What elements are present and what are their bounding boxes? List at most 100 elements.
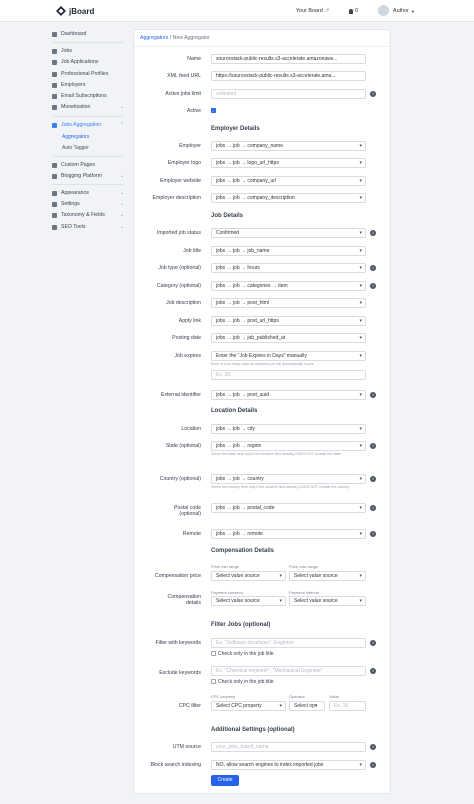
xml-feed-input[interactable]: https://sourcestack-public-results.s3-ac… <box>211 71 366 81</box>
info-icon[interactable]: i <box>370 640 376 646</box>
cpc-property-select[interactable]: Select CPC property <box>211 701 286 711</box>
sidebar-item-custom-pages[interactable]: Custom Pages <box>52 161 128 169</box>
sidebar-item-label: SEO Tools <box>61 224 86 230</box>
author-label: Author <box>393 8 409 14</box>
employer-select[interactable]: jobs → job → company_name <box>211 141 366 151</box>
create-button[interactable]: Create <box>211 775 239 786</box>
country-label: Country (optional) <box>159 476 201 482</box>
category-select[interactable]: jobs → job → categories → item <box>211 281 366 291</box>
expires-days-input[interactable]: Ex. 30 <box>211 370 366 380</box>
external-id-label: External identifier <box>160 392 201 398</box>
section-additional-settings: Additional Settings (optional) <box>211 727 295 733</box>
cpc-value-input[interactable]: Ex. 15 <box>329 701 366 711</box>
sidebar-item-seo-tools[interactable]: SEO Tools ⌄ <box>52 223 128 231</box>
name-input[interactable]: sourcestack-public-results.s3-accelerate… <box>211 54 366 64</box>
employer-description-select[interactable]: jobs → job → company_description <box>211 193 366 203</box>
info-icon[interactable]: i <box>370 392 376 398</box>
sidebar-item-jobs-aggregation[interactable]: Jobs Aggregation ⌃ <box>52 121 128 129</box>
sidebar-item-professional-profiles[interactable]: Professional Profiles <box>52 70 128 78</box>
sidebar-subitem-aggregators[interactable]: Aggregators <box>62 134 89 140</box>
sidebar-item-label: Dashboard <box>61 31 87 37</box>
info-icon[interactable]: i <box>370 531 376 537</box>
postal-code-label-line2: (optional) <box>179 511 201 517</box>
mail-icon <box>52 93 57 99</box>
postal-code-label: Postal code (optional) <box>133 505 201 517</box>
job-description-select[interactable]: jobs → job → post_html <box>211 298 366 308</box>
breadcrumb: Aggregators / New Aggregator <box>140 35 210 41</box>
sidebar-item-settings[interactable]: Settings ⌄ <box>52 200 128 208</box>
info-icon[interactable]: i <box>370 744 376 750</box>
job-expires-label: Job expires <box>174 353 201 359</box>
info-icon[interactable]: i <box>370 283 376 289</box>
sidebar-item-appearance[interactable]: Appearance ⌄ <box>52 189 128 197</box>
filter-keywords-input[interactable]: Ex. "Software developer", Engineer <box>211 638 366 648</box>
location-label: Location <box>181 426 201 432</box>
sidebar-item-blogging-platform[interactable]: Blogging Platform ⌄ <box>52 172 128 180</box>
block-indexing-select[interactable]: NO, allow search engines to index import… <box>211 760 366 770</box>
breadcrumb-aggregators-link[interactable]: Aggregators <box>140 35 168 41</box>
info-icon[interactable]: i <box>370 668 376 674</box>
info-icon[interactable]: i <box>370 505 376 511</box>
sidebar-item-monetization[interactable]: Monetization ⌄ <box>52 103 128 111</box>
sidebar-item-label: Email Subscriptions <box>61 93 107 99</box>
job-expires-select[interactable]: Enter the "Job Expires in Days" manually <box>211 351 366 361</box>
apply-link-label: Apply link <box>178 318 201 324</box>
job-title-select[interactable]: jobs → job → job_name <box>211 246 366 256</box>
active-checkbox[interactable]: ✓ <box>211 108 216 113</box>
remote-select[interactable]: jobs → job → remote <box>211 529 366 539</box>
posting-date-label: Posting date <box>172 335 201 341</box>
cpc-filter-label: CPC filter <box>178 703 201 709</box>
employer-logo-select[interactable]: jobs → job → logo_url_https <box>211 158 366 168</box>
section-compensation-details: Compensation Details <box>211 548 275 554</box>
sidebar-item-dashboard[interactable]: Dashboard <box>52 30 128 38</box>
logo[interactable]: jBoard <box>56 6 94 16</box>
payment-interval-select[interactable]: Select value source <box>289 596 366 606</box>
brush-icon <box>52 190 57 196</box>
info-icon[interactable]: i <box>370 91 376 97</box>
employer-website-select[interactable]: jobs → job → company_url <box>211 176 366 186</box>
postal-code-select[interactable]: jobs → job → postal_code <box>211 503 366 513</box>
section-job-details: Job Details <box>211 213 244 219</box>
sidebar-item-email-subscriptions[interactable]: Email Subscriptions <box>52 92 128 100</box>
info-icon[interactable]: i <box>370 265 376 271</box>
country-select[interactable]: jobs → job → country <box>211 474 366 484</box>
job-type-label: Job type (optional) <box>158 265 201 271</box>
location-select[interactable]: jobs → job → city <box>211 424 366 434</box>
exclude-keywords-input[interactable]: Ex. "Chemical engineer", "Mechanical Eng… <box>211 666 366 676</box>
sidebar-item-label: Taxonomy & Fields <box>61 212 105 218</box>
info-icon[interactable]: i <box>370 230 376 236</box>
file-icon <box>52 59 57 65</box>
payment-currency-select[interactable]: Select value source <box>211 596 286 606</box>
your-board-link[interactable]: Your Board ↗ <box>296 8 329 14</box>
imported-status-select[interactable]: Confirmed <box>211 228 366 238</box>
section-filter-jobs: Filter Jobs (optional) <box>211 622 271 628</box>
sidebar-item-label: Job Applications <box>61 59 99 65</box>
cpc-operator-select[interactable]: Select op▾ <box>289 701 325 711</box>
sidebar-item-job-applications[interactable]: Job Applications <box>52 58 128 66</box>
author-menu[interactable]: Author ▼ <box>393 8 415 14</box>
sidebar-item-employers[interactable]: Employers <box>52 81 128 89</box>
sidebar-subitem-auto-tagger[interactable]: Auto Tagger <box>62 145 89 151</box>
edit-icon <box>52 173 57 179</box>
active-limit-input[interactable]: unlimited <box>211 89 366 99</box>
filter-title-only-checkbox[interactable] <box>211 651 216 656</box>
exclude-title-only-checkbox[interactable] <box>211 679 216 684</box>
notifications-button[interactable]: 0 <box>349 8 358 14</box>
info-icon[interactable]: i <box>370 476 376 482</box>
sidebar-item-jobs[interactable]: Jobs <box>52 47 128 55</box>
utm-source-input[interactable]: your_jobs_board_name <box>211 742 366 752</box>
external-id-select[interactable]: jobs → job → post_uuid <box>211 390 366 400</box>
info-icon[interactable]: i <box>370 762 376 768</box>
sidebar-item-label: Appearance <box>61 190 89 196</box>
state-select[interactable]: jobs → job → region <box>211 441 366 451</box>
posting-date-select[interactable]: jobs → job → job_published_at <box>211 333 366 343</box>
info-icon[interactable]: i <box>370 443 376 449</box>
price-min-select[interactable]: Select value source <box>211 571 286 581</box>
apply-link-select[interactable]: jobs → job → post_url_https <box>211 316 366 326</box>
job-type-select[interactable]: jobs → job → hours <box>211 263 366 273</box>
avatar[interactable] <box>378 5 389 16</box>
top-bar: jBoard Your Board ↗ 0 Author ▼ <box>0 0 474 22</box>
dollar-icon <box>52 104 57 110</box>
sidebar-item-taxonomy-fields[interactable]: Taxonomy & Fields ⌄ <box>52 211 128 219</box>
price-max-select[interactable]: Select value source <box>289 571 366 581</box>
